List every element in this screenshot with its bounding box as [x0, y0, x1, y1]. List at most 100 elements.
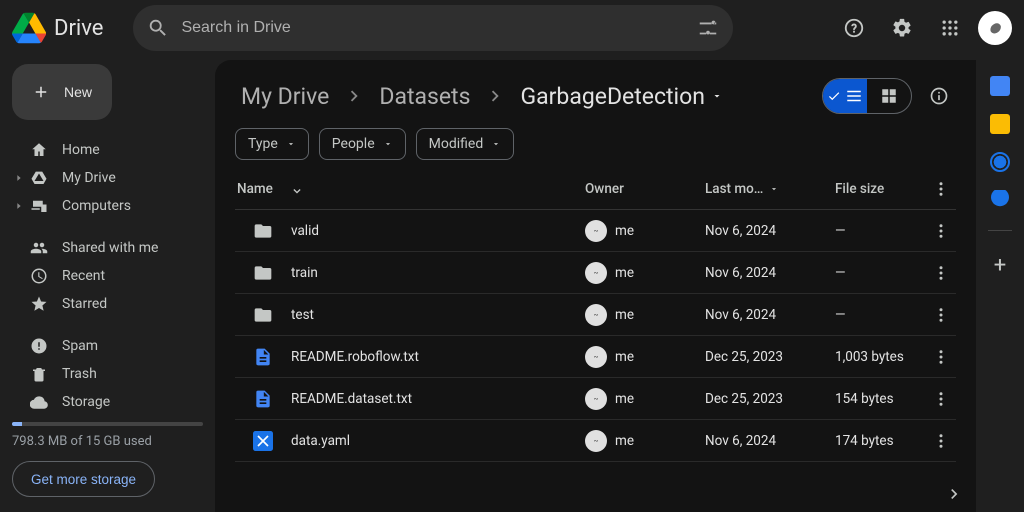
folder-icon [253, 305, 273, 325]
file-name: train [291, 265, 318, 281]
nav-star[interactable]: Starred [12, 290, 203, 318]
more-vert-icon [932, 348, 950, 366]
nav-label: Recent [62, 268, 105, 284]
nav-cloud[interactable]: Storage [12, 388, 203, 416]
yaml-icon [253, 431, 273, 451]
file-row[interactable]: test~meNov 6, 2024— [235, 294, 956, 336]
row-more-button[interactable] [932, 222, 950, 240]
expand-icon [14, 201, 24, 211]
row-more-button[interactable] [932, 348, 950, 366]
apps-grid-icon [940, 18, 960, 38]
search-icon [147, 17, 169, 39]
nav-label: Storage [62, 394, 110, 410]
row-more-button[interactable] [932, 264, 950, 282]
filter-modified[interactable]: Modified [416, 128, 515, 160]
app-title: Drive [54, 16, 103, 41]
file-row[interactable]: data.yaml~meNov 6, 2024174 bytes [235, 420, 956, 462]
nav-people[interactable]: Shared with me [12, 234, 203, 262]
tasks-addon[interactable] [990, 152, 1010, 172]
search-input[interactable] [181, 19, 685, 37]
grid-view-button[interactable] [867, 79, 911, 113]
file-size: 174 bytes [835, 433, 925, 449]
modified-date: Dec 25, 2023 [705, 391, 835, 407]
header-actions: ⬤ [834, 8, 1012, 48]
row-more-button[interactable] [932, 432, 950, 450]
storage-usage-text: 798.3 MB of 15 GB used [12, 434, 203, 449]
get-addons-button[interactable]: + [994, 253, 1006, 278]
doc-icon [253, 389, 273, 409]
expand-icon [14, 173, 24, 183]
star-icon [30, 295, 48, 313]
list-view-button[interactable] [823, 79, 867, 113]
calendar-addon[interactable] [990, 76, 1010, 96]
nav-trash[interactable]: Trash [12, 360, 203, 388]
filter-type[interactable]: Type [235, 128, 309, 160]
nav-label: Trash [62, 366, 97, 382]
drive-logo[interactable]: Drive [12, 11, 123, 45]
side-panel: + [976, 56, 1024, 512]
breadcrumb-root[interactable]: My Drive [235, 79, 335, 114]
nav-label: Home [62, 142, 100, 158]
file-row[interactable]: valid~meNov 6, 2024— [235, 210, 956, 252]
modified-date: Nov 6, 2024 [705, 307, 835, 323]
owner-avatar: ~ [585, 220, 607, 242]
file-name: valid [291, 223, 319, 239]
contacts-addon[interactable] [991, 190, 1009, 208]
folder-icon [253, 263, 273, 283]
header-more-button[interactable] [932, 180, 950, 198]
breadcrumb-current[interactable]: GarbageDetection [514, 79, 729, 114]
row-more-button[interactable] [932, 390, 950, 408]
drive-logo-icon [12, 11, 46, 45]
file-row[interactable]: README.roboflow.txt~meDec 25, 20231,003 … [235, 336, 956, 378]
sidebar: New Home My Drive Computers Shared with me R… [0, 56, 215, 512]
drive-icon [30, 169, 48, 187]
filter-chips: Type People Modified [235, 128, 956, 160]
col-owner-header[interactable]: Owner [585, 181, 705, 197]
plus-icon [32, 81, 50, 103]
chevron-right-icon [944, 484, 964, 504]
rail-separator [988, 230, 1012, 231]
new-button-label: New [64, 84, 92, 100]
clock-icon [30, 267, 48, 285]
search-options-icon[interactable] [697, 17, 719, 39]
col-size-header[interactable]: File size [835, 181, 925, 197]
new-button[interactable]: New [12, 64, 112, 120]
file-size: — [835, 307, 925, 323]
help-icon [843, 17, 865, 39]
filter-people[interactable]: People [319, 128, 406, 160]
get-storage-button[interactable]: Get more storage [12, 461, 155, 497]
apps-button[interactable] [930, 8, 970, 48]
nav-spam[interactable]: Spam [12, 332, 203, 360]
file-name: test [291, 307, 314, 323]
help-button[interactable] [834, 8, 874, 48]
nav-devices[interactable]: Computers [12, 192, 203, 220]
nav-label: Starred [62, 296, 107, 312]
chevron-right-icon [484, 85, 506, 107]
file-row[interactable]: README.dataset.txt~meDec 25, 2023154 byt… [235, 378, 956, 420]
nav-home[interactable]: Home [12, 136, 203, 164]
nav-clock[interactable]: Recent [12, 262, 203, 290]
row-more-button[interactable] [932, 306, 950, 324]
more-vert-icon [932, 306, 950, 324]
col-modified-header[interactable]: Last mo… [705, 181, 835, 197]
file-row[interactable]: train~meNov 6, 2024— [235, 252, 956, 294]
breadcrumb-parent[interactable]: Datasets [373, 79, 476, 114]
nav-label: My Drive [62, 170, 116, 186]
side-panel-toggle[interactable] [944, 484, 964, 504]
trash-icon [30, 365, 48, 383]
caret-down-icon [711, 90, 723, 102]
nav-drive[interactable]: My Drive [12, 164, 203, 192]
modified-date: Dec 25, 2023 [705, 349, 835, 365]
settings-button[interactable] [882, 8, 922, 48]
caret-down-icon [491, 139, 501, 149]
file-name: README.dataset.txt [291, 391, 412, 407]
app-header: Drive ⬤ [0, 0, 1024, 56]
col-name-header[interactable]: Name [235, 181, 585, 197]
account-avatar[interactable]: ⬤ [978, 11, 1012, 45]
search-bar[interactable] [133, 5, 733, 51]
file-size: — [835, 223, 925, 239]
owner-avatar: ~ [585, 304, 607, 326]
info-button[interactable] [922, 79, 956, 113]
chevron-right-icon [343, 85, 365, 107]
keep-addon[interactable] [990, 114, 1010, 134]
